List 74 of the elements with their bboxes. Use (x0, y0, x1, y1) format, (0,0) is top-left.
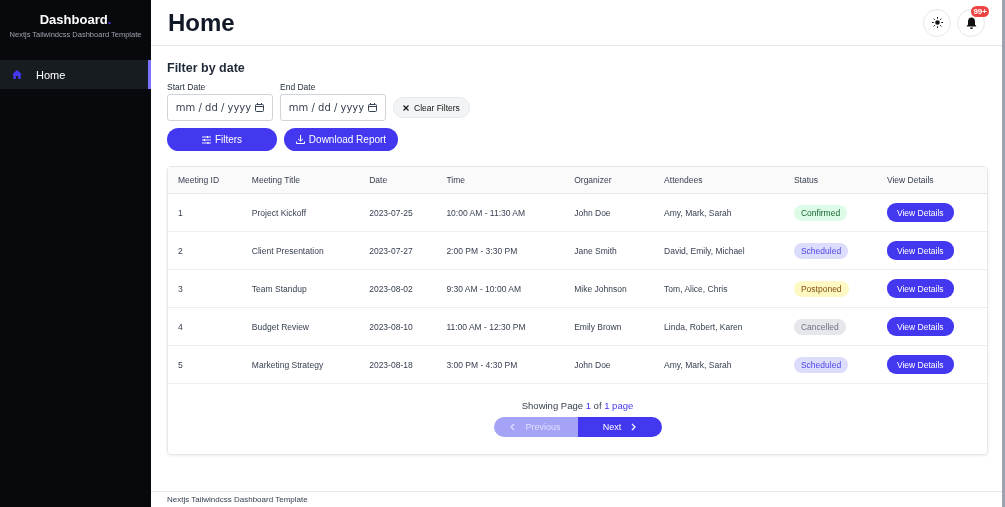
page-info: Showing Page 1 of 1 page (521, 400, 634, 411)
end-date-field[interactable]: mm / dd / yyyy (280, 94, 386, 121)
table-cell: Tom, Alice, Chris (654, 269, 784, 308)
status-badge: Scheduled (793, 356, 849, 373)
table-cell: 10:00 AM - 11:30 AM (436, 193, 565, 232)
brand-title: Dashboard. (38, 12, 113, 27)
table-cell: David, Emily, Michael (654, 231, 784, 270)
table-cell: John Doe (564, 345, 655, 384)
table-cell: Team Standup (241, 269, 360, 308)
table-cell: Marketing Strategy (241, 345, 360, 384)
column-header: Meeting Title (241, 167, 360, 194)
calendar-icon (255, 103, 265, 112)
filter-heading: Filter by date (167, 61, 246, 75)
table-cell: 4 (168, 307, 242, 346)
column-header: View Details (876, 167, 987, 194)
clear-filters-button[interactable]: Clear Filters (393, 97, 470, 118)
table-cell: 2 (168, 231, 242, 270)
table-cell: John Doe (564, 193, 655, 232)
view-details-button[interactable]: View Details (886, 355, 954, 374)
view-details-button[interactable]: View Details (886, 241, 954, 260)
page-title: Home (168, 8, 235, 37)
table-cell: 3:00 PM - 4:30 PM (436, 345, 565, 384)
table-cell: 3 (168, 269, 242, 308)
sidebar-item[interactable]: Home (0, 60, 151, 89)
calendar-icon (368, 103, 378, 112)
status-badge: Confirmed (793, 204, 848, 221)
table-cell: Amy, Mark, Sarah (654, 193, 784, 232)
close-icon (403, 104, 409, 111)
table-cell: Mike Johnson (564, 269, 655, 308)
table-cell: 5 (168, 345, 242, 384)
column-header: Organizer (564, 167, 655, 194)
column-header: Time (436, 167, 565, 194)
table-cell: Jane Smith (564, 231, 655, 270)
status-badge: Postponed (793, 280, 849, 297)
filters-button[interactable]: Filters (167, 128, 277, 151)
view-details-button[interactable]: View Details (886, 279, 954, 298)
sun-icon (931, 17, 943, 28)
status-badge: Scheduled (793, 242, 849, 259)
column-header: Attendees (654, 167, 784, 194)
start-date-field[interactable]: mm / dd / yyyy (167, 94, 273, 121)
sliders-icon (201, 135, 211, 144)
table-cell: 9:30 AM - 10:00 AM (436, 269, 565, 308)
table-cell: 11:00 AM - 12:30 PM (436, 307, 565, 346)
column-header: Date (359, 167, 437, 194)
table-cell: Amy, Mark, Sarah (654, 345, 784, 384)
table-cell: Linda, Robert, Karen (654, 307, 784, 346)
table-cell: Emily Brown (564, 307, 655, 346)
column-header: Status (783, 167, 877, 194)
download-icon (295, 135, 305, 144)
home-icon (12, 70, 22, 79)
download-report-button[interactable]: Download Report (284, 128, 398, 151)
notification-badge: 99+ (971, 5, 989, 17)
table-cell: 2023-08-02 (359, 269, 437, 308)
field-label: Start Date (167, 82, 207, 92)
table-cell: 2:00 PM - 3:30 PM (436, 231, 565, 270)
table-cell: 2023-07-27 (359, 231, 437, 270)
chevron-left-icon (510, 423, 516, 431)
view-details-button[interactable]: View Details (886, 203, 954, 222)
table-cell: Budget Review (241, 307, 360, 346)
table-cell: 2023-07-25 (359, 193, 437, 232)
table-cell: 2023-08-18 (359, 345, 437, 384)
view-details-button[interactable]: View Details (886, 317, 954, 336)
table-cell: 2023-08-10 (359, 307, 437, 346)
field-label: End Date (280, 82, 317, 92)
next-button[interactable]: Next (577, 417, 662, 437)
column-header: Meeting ID (168, 167, 242, 194)
table-cell: Project Kickoff (241, 193, 360, 232)
table-cell: 1 (168, 193, 242, 232)
theme-toggle-button[interactable] (923, 8, 951, 37)
status-badge: Cancelled (793, 318, 846, 335)
chevron-right-icon (631, 423, 637, 431)
bell-icon (965, 16, 977, 29)
table-cell: Client Presentation (241, 231, 360, 270)
footer-text: Nextjs Tailwindcss Dashboard Template (167, 495, 308, 504)
